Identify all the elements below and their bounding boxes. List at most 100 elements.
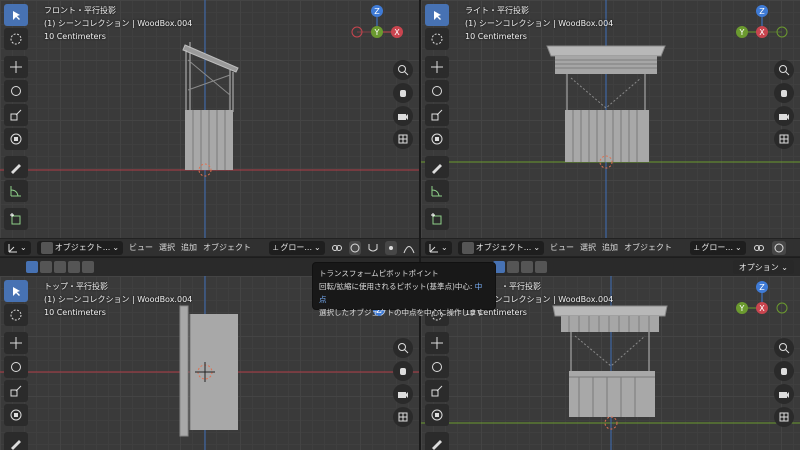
scale-tool-button[interactable]: [4, 104, 28, 126]
menu-select[interactable]: 選択: [159, 242, 175, 253]
select-tool-button[interactable]: [4, 280, 28, 302]
measure-tool-button[interactable]: [425, 180, 449, 202]
perspective-button[interactable]: [393, 407, 413, 427]
rotate-tool-button[interactable]: [425, 80, 449, 102]
move-tool-button[interactable]: [4, 56, 28, 78]
snap-link-button[interactable]: [330, 240, 343, 255]
add-cube-tool-button[interactable]: [425, 208, 449, 230]
annotate-tool-button[interactable]: [425, 156, 449, 178]
menu-object[interactable]: オブジェクト: [624, 242, 672, 253]
grid-icon: [398, 412, 408, 422]
navigation-gizmo[interactable]: Z Y X: [730, 2, 790, 62]
select-invert-button[interactable]: [535, 261, 547, 273]
annotate-tool-button[interactable]: [4, 156, 28, 178]
tool-shelf: [4, 280, 30, 450]
zoom-button[interactable]: [774, 60, 794, 80]
measure-tool-button[interactable]: [4, 180, 28, 202]
orientation-dropdown[interactable]: ⟂ グロー... ⌄: [269, 240, 325, 255]
move-tool-button[interactable]: [425, 332, 449, 354]
editor-type-dropdown[interactable]: ⌄: [4, 240, 31, 255]
viewport-front[interactable]: フロント・平行投影 (1) シーンコレクション | WoodBox.004 10…: [0, 0, 419, 238]
zoom-button[interactable]: [393, 338, 413, 358]
select-extend-button[interactable]: [40, 261, 52, 273]
pan-button[interactable]: [774, 83, 794, 103]
perspective-button[interactable]: [393, 129, 413, 149]
gizmo-z-label: Z: [759, 283, 765, 292]
select-invert-button[interactable]: [68, 261, 80, 273]
editor-type-dropdown[interactable]: ⌄: [425, 240, 452, 255]
scale-tool-button[interactable]: [425, 380, 449, 402]
navigation-gizmo[interactable]: Z X Y: [349, 2, 409, 62]
move-tool-button[interactable]: [425, 56, 449, 78]
rotate-tool-button[interactable]: [4, 356, 28, 378]
perspective-button[interactable]: [774, 129, 794, 149]
cursor-tool-button[interactable]: [4, 304, 28, 326]
menu-view[interactable]: ビュー: [550, 242, 574, 253]
transform-tool-button[interactable]: [425, 404, 449, 426]
rotate-tool-button[interactable]: [425, 356, 449, 378]
pivot-point-button[interactable]: [348, 240, 361, 255]
menu-add[interactable]: 追加: [602, 242, 618, 253]
select-tool-button[interactable]: [4, 4, 28, 26]
transform-tool-button[interactable]: [425, 128, 449, 150]
select-subtract-button[interactable]: [521, 261, 533, 273]
cursor-tool-button[interactable]: [4, 28, 28, 50]
select-extend-button[interactable]: [507, 261, 519, 273]
woodbox-front-shape: [182, 42, 239, 112]
options-dropdown[interactable]: オプション ⌄: [732, 260, 794, 274]
tool-shelf: [4, 4, 30, 232]
rotate-tool-button[interactable]: [4, 80, 28, 102]
select-intersect-button[interactable]: [82, 261, 94, 273]
axis-gizmo-icon: Z X Y: [351, 5, 403, 38]
gizmo-z-label: Z: [374, 7, 380, 16]
menu-add[interactable]: 追加: [181, 242, 197, 253]
menu-view[interactable]: ビュー: [129, 242, 153, 253]
tooltip-description: 回転/拡縮に使用されるピボット(基準点)中心:: [319, 282, 473, 291]
select-new-button[interactable]: [26, 261, 38, 273]
viewport-header-right: ⌄ オブジェクト... ⌄ ビュー 選択 追加 オブジェクト ⟂ グロー... ⌄: [421, 238, 800, 257]
move-icon: [431, 61, 443, 73]
camera-button[interactable]: [393, 106, 413, 126]
transform-tool-button[interactable]: [4, 128, 28, 150]
add-cube-tool-button[interactable]: [4, 208, 28, 230]
orientation-dropdown[interactable]: ⟂ グロー... ⌄: [690, 240, 746, 255]
mode-dropdown[interactable]: オブジェクト... ⌄: [457, 240, 545, 255]
viewport-right[interactable]: ライト・平行投影 (1) シーンコレクション | WoodBox.004 10 …: [421, 0, 800, 238]
navigation-gizmo[interactable]: Z Y X: [730, 278, 790, 338]
zoom-button[interactable]: [393, 60, 413, 80]
falloff-button[interactable]: [402, 240, 415, 255]
pan-button[interactable]: [393, 83, 413, 103]
annotate-tool-button[interactable]: [425, 432, 449, 450]
camera-button[interactable]: [393, 384, 413, 404]
select-subtract-button[interactable]: [54, 261, 66, 273]
scale-tool-button[interactable]: [425, 104, 449, 126]
transform-tool-button[interactable]: [4, 404, 28, 426]
cursor-tool-button[interactable]: [425, 28, 449, 50]
camera-button[interactable]: [774, 384, 794, 404]
select-tool-button[interactable]: [425, 4, 449, 26]
zoom-button[interactable]: [774, 338, 794, 358]
proportional-edit-button[interactable]: [384, 240, 397, 255]
view-info: トップ・平行投影 (1) シーンコレクション | WoodBox.004 10 …: [44, 280, 192, 319]
pan-button[interactable]: [393, 361, 413, 381]
magnet-icon: [368, 243, 378, 251]
pencil-icon: [11, 164, 21, 174]
view-scale: 10 Centimeters: [465, 32, 527, 41]
cursor-arrow-icon: [13, 11, 20, 20]
scale-tool-button[interactable]: [4, 380, 28, 402]
snap-link-button[interactable]: [751, 240, 766, 255]
move-tool-button[interactable]: [4, 332, 28, 354]
camera-button[interactable]: [774, 106, 794, 126]
perspective-button[interactable]: [774, 407, 794, 427]
menu-object[interactable]: オブジェクト: [203, 242, 251, 253]
gizmo-x-label: X: [394, 28, 400, 37]
cursor-arrow-icon: [13, 287, 20, 296]
axis-gizmo-icon: Z Y X: [736, 281, 788, 314]
pivot-point-button[interactable]: [771, 240, 786, 255]
ruler-icon: [431, 186, 442, 197]
pan-button[interactable]: [774, 361, 794, 381]
snap-button[interactable]: [366, 240, 379, 255]
menu-select[interactable]: 選択: [580, 242, 596, 253]
mode-dropdown[interactable]: オブジェクト... ⌄: [36, 240, 124, 255]
annotate-tool-button[interactable]: [4, 432, 28, 450]
